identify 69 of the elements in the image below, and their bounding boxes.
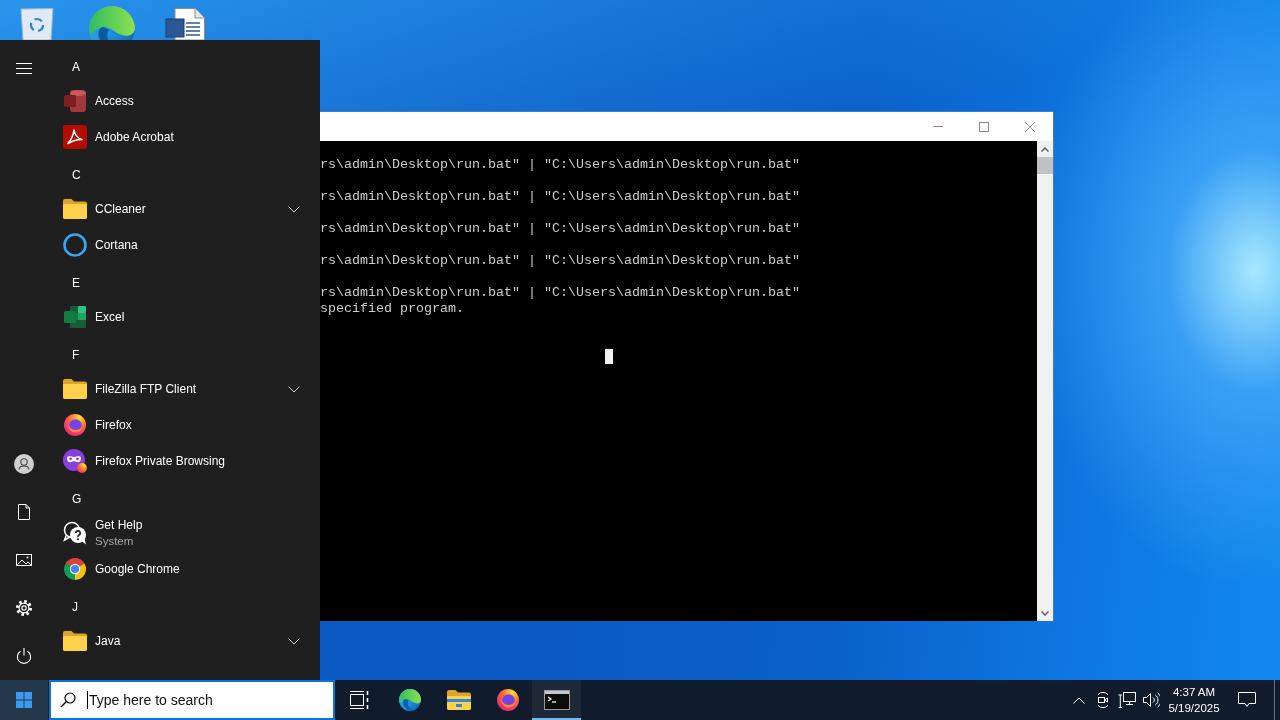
settings-icon — [16, 600, 32, 616]
chevron-up-icon — [1073, 696, 1085, 704]
recycle-bin-icon[interactable] — [18, 8, 56, 40]
menu-icon — [16, 62, 32, 74]
console-line: rs\admin\Desktop\run.bat" | "C:\Users\admin\Desktop\run.bat" — [320, 189, 800, 205]
console-line: specified program. — [320, 301, 464, 317]
letter-header[interactable]: F — [64, 335, 88, 371]
app-list-item[interactable]: Get Help System — [48, 515, 300, 551]
console-line: rs\admin\Desktop\run.bat" | "C:\Users\admin\Desktop\run.bat" — [320, 285, 800, 301]
text-cursor — [605, 349, 613, 364]
camera-icon — [1095, 692, 1111, 708]
power-icon — [16, 648, 32, 664]
letter-header[interactable]: E — [64, 263, 88, 299]
console-line: rs\admin\Desktop\run.bat" | "C:\Users\admin\Desktop\run.bat" — [320, 253, 800, 269]
mask-icon — [63, 449, 87, 473]
start-button[interactable] — [0, 680, 48, 720]
spreadsheet-icon — [63, 305, 87, 329]
fox-globe-icon — [495, 688, 520, 712]
letter-header[interactable]: C — [64, 155, 89, 191]
text-caret — [87, 691, 88, 709]
console-line: rs\admin\Desktop\run.bat" | "C:\Users\admin\Desktop\run.bat" — [320, 221, 800, 237]
app-list-item[interactable]: Cortana — [48, 227, 300, 263]
app-list-item[interactable]: Firefox Private Browsing — [48, 443, 300, 479]
app-list-item[interactable]: Excel — [48, 299, 300, 335]
chevron-down-icon — [288, 385, 300, 393]
folder-icon — [63, 379, 87, 399]
letter-header[interactable]: A — [64, 47, 88, 83]
user-icon — [14, 454, 34, 474]
fox-globe-icon — [63, 413, 87, 437]
search-field[interactable]: Type here to search — [49, 680, 335, 720]
document-icon — [18, 504, 30, 520]
folder-icon — [446, 690, 471, 710]
notification-icon — [1238, 692, 1256, 708]
taskbar-app-button[interactable] — [532, 680, 581, 720]
app-list-item[interactable]: Firefox — [48, 407, 300, 443]
ring-icon — [63, 233, 87, 257]
console-line: rs\admin\Desktop\run.bat" | "C:\Users\admin\Desktop\run.bat" — [320, 157, 800, 173]
letter-header[interactable]: G — [64, 479, 90, 515]
chevron-up-icon — [1041, 146, 1049, 152]
folder-icon — [63, 199, 87, 219]
network-icon — [1118, 692, 1136, 708]
task-view-icon — [350, 691, 370, 709]
app-list-item[interactable]: Google Chrome — [48, 551, 300, 587]
maximize-icon — [979, 121, 989, 132]
speaker-icon — [1142, 692, 1160, 708]
folder-icon — [63, 631, 87, 651]
scroll-thumb[interactable] — [1037, 157, 1053, 174]
app-list-item[interactable]: CCleaner — [48, 191, 300, 227]
chevron-down-icon — [288, 637, 300, 645]
database-icon — [63, 89, 87, 113]
app-list-item[interactable]: FileZilla FTP Client — [48, 371, 300, 407]
app-list-item[interactable]: Adobe Acrobat — [48, 119, 300, 155]
chevron-down-icon — [288, 205, 300, 213]
pdf-icon — [63, 125, 87, 149]
document-icon[interactable] — [165, 8, 205, 40]
image-icon — [16, 554, 32, 566]
swirl-logo-icon — [397, 688, 422, 712]
help-bubble-icon — [63, 521, 87, 545]
clock-button[interactable]: 4:37 AM 5/19/2025 — [1163, 680, 1225, 720]
app-list-item[interactable]: Java — [48, 623, 300, 659]
minimize-icon — [933, 126, 943, 127]
letter-header[interactable]: J — [64, 587, 86, 623]
search-icon — [60, 692, 76, 708]
windows-logo-icon — [16, 692, 32, 708]
chevron-down-icon — [1041, 610, 1049, 616]
close-icon — [1025, 121, 1035, 132]
app-list-item[interactable]: Access — [48, 83, 300, 119]
terminal-icon — [543, 690, 570, 710]
tricolor-circle-icon — [63, 557, 87, 581]
